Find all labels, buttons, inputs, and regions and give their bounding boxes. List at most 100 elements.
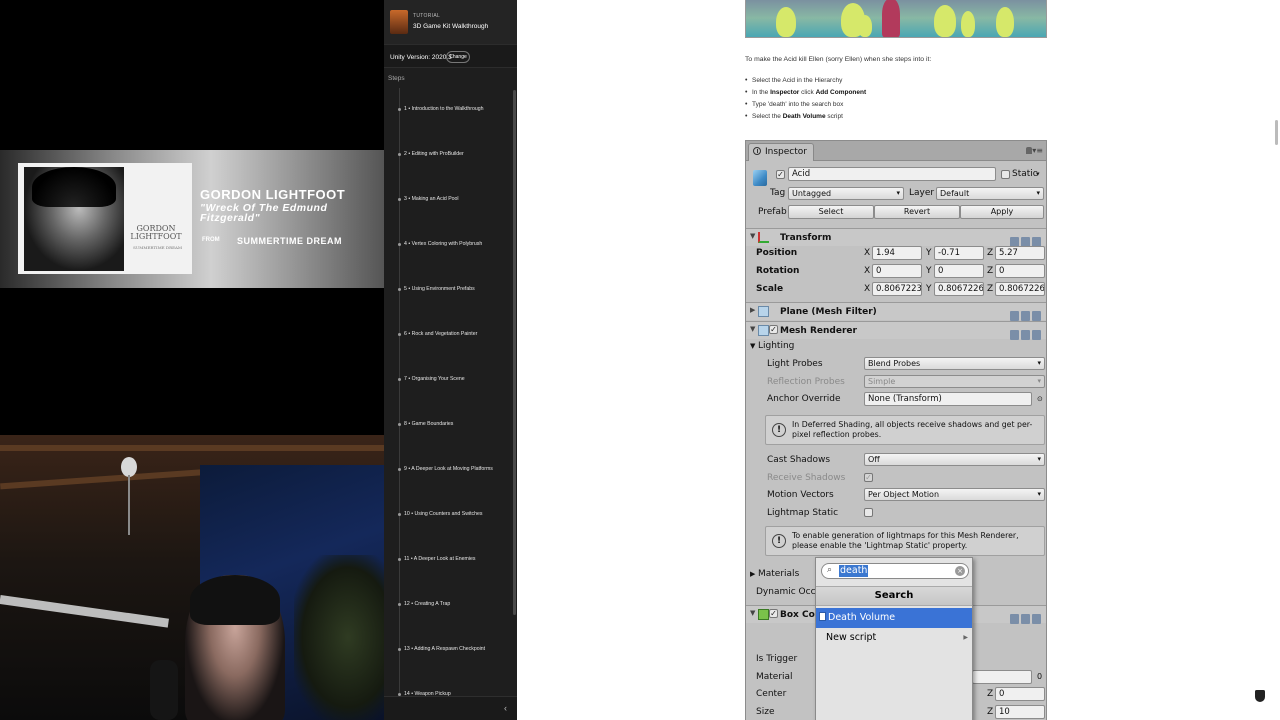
scale-z-field[interactable]: 0.8067226: [995, 282, 1045, 296]
step-label[interactable]: 10 • Using Counters and Switches: [404, 511, 483, 517]
static-checkbox[interactable]: [1001, 170, 1010, 179]
component-header-icons[interactable]: [1008, 232, 1042, 247]
motion-vectors-dropdown[interactable]: Per Object Motion: [864, 488, 1045, 501]
change-version-button[interactable]: Change: [446, 51, 470, 63]
axis-z-label[interactable]: Z: [987, 687, 993, 701]
component-header-icons[interactable]: [1008, 325, 1042, 340]
tag-dropdown[interactable]: Untagged: [788, 187, 904, 200]
fold-arrow-icon[interactable]: ▼: [750, 232, 755, 240]
steps-heading: Steps: [388, 75, 405, 82]
prefab-apply-button[interactable]: Apply: [960, 205, 1044, 219]
center-z-field[interactable]: 0: [995, 687, 1045, 701]
step-item[interactable]: 4 • Vertex Coloring with Polybrush: [384, 223, 517, 268]
step-label[interactable]: 12 • Creating A Trap: [404, 601, 450, 607]
sidebar-scrollbar[interactable]: [513, 90, 516, 615]
step-item[interactable]: 8 • Game Boundaries: [384, 403, 517, 448]
step-item[interactable]: 12 • Creating A Trap: [384, 583, 517, 628]
object-name-field[interactable]: Acid: [788, 167, 996, 181]
cast-shadows-dropdown[interactable]: Off: [864, 453, 1045, 466]
reflection-probes-dropdown[interactable]: Simple: [864, 375, 1045, 388]
step-item[interactable]: 2 • Editing with ProBuilder: [384, 133, 517, 178]
step-label[interactable]: 8 • Game Boundaries: [404, 421, 453, 427]
mesh-renderer-header[interactable]: ▼ Mesh Renderer: [746, 321, 1046, 340]
step-label[interactable]: 13 • Adding A Respawn Checkpoint: [404, 646, 485, 652]
axis-y-label[interactable]: Y: [926, 246, 932, 260]
fold-arrow-icon[interactable]: ▶: [750, 306, 755, 314]
box-collider-enabled-checkbox[interactable]: [769, 609, 778, 618]
step-label[interactable]: 4 • Vertex Coloring with Polybrush: [404, 241, 482, 247]
menu-icon[interactable]: ▾≡: [1032, 146, 1043, 155]
step-item[interactable]: 5 • Using Environment Prefabs: [384, 268, 517, 313]
step-label[interactable]: 3 • Making an Acid Pool: [404, 196, 459, 202]
component-search-input[interactable]: death: [839, 565, 869, 577]
axis-x-label[interactable]: X: [864, 246, 870, 260]
collapse-sidebar-icon[interactable]: ‹: [504, 703, 507, 713]
collider-material-field[interactable]: [972, 670, 1032, 684]
prefab-select-button[interactable]: Select: [788, 205, 874, 219]
mesh-filter-header[interactable]: ▶ Plane (Mesh Filter): [746, 302, 1046, 321]
mesh-renderer-enabled-checkbox[interactable]: [769, 325, 778, 334]
active-checkbox[interactable]: [776, 170, 785, 179]
scale-y-field[interactable]: 0.8067226: [934, 282, 984, 296]
step-item[interactable]: 10 • Using Counters and Switches: [384, 493, 517, 538]
step-item[interactable]: 11 • A Deeper Look at Enemies: [384, 538, 517, 583]
rotation-y-field[interactable]: 0: [934, 264, 984, 278]
axis-z-label[interactable]: Z: [987, 282, 993, 296]
material-picker-icon[interactable]: 0: [1037, 671, 1042, 683]
fold-arrow-icon[interactable]: ▼: [750, 325, 755, 333]
scale-x-field[interactable]: 0.8067223: [872, 282, 922, 296]
rotation-x-field[interactable]: 0: [872, 264, 922, 278]
axis-x-label[interactable]: X: [864, 264, 870, 278]
anchor-override-field[interactable]: None (Transform): [864, 392, 1032, 406]
materials-foldout[interactable]: Materials: [758, 568, 799, 580]
step-label[interactable]: 1 • Introduction to the Walkthrough: [404, 106, 483, 112]
step-item[interactable]: 9 • A Deeper Look at Moving Platforms: [384, 448, 517, 493]
step-label[interactable]: 7 • Organising Your Scene: [404, 376, 465, 382]
object-picker-icon[interactable]: ⊙: [1037, 393, 1043, 405]
component-header-icons[interactable]: [1008, 306, 1042, 321]
fold-arrow-icon[interactable]: ▼: [750, 609, 755, 617]
axis-z-label[interactable]: Z: [987, 264, 993, 278]
clear-search-icon[interactable]: ×: [955, 566, 965, 576]
step-label[interactable]: 9 • A Deeper Look at Moving Platforms: [404, 466, 493, 472]
position-y-field[interactable]: -0.71: [934, 246, 984, 260]
component-header-icons[interactable]: [1008, 609, 1042, 624]
shield-icon[interactable]: [1255, 690, 1265, 702]
step-item[interactable]: 13 • Adding A Respawn Checkpoint: [384, 628, 517, 673]
size-z-field[interactable]: 10: [995, 705, 1045, 719]
inspector-tab[interactable]: Inspector: [748, 143, 814, 161]
prefab-revert-button[interactable]: Revert: [874, 205, 960, 219]
axis-x-label[interactable]: X: [864, 282, 870, 296]
light-probes-dropdown[interactable]: Blend Probes: [864, 357, 1045, 370]
step-item[interactable]: 1 • Introduction to the Walkthrough: [384, 88, 517, 133]
lighting-foldout[interactable]: Lighting: [758, 340, 794, 352]
position-x-field[interactable]: 1.94: [872, 246, 922, 260]
receive-shadows-checkbox[interactable]: [864, 473, 873, 482]
axis-y-label[interactable]: Y: [926, 282, 932, 296]
tutorial-header[interactable]: TUTORIAL 3D Game Kit Walkthrough: [384, 0, 517, 44]
materials-foldout-arrow-icon[interactable]: ▶: [750, 568, 755, 580]
step-item[interactable]: 6 • Rock and Vegetation Painter: [384, 313, 517, 358]
lock-icon[interactable]: [1026, 147, 1032, 154]
lightmap-static-checkbox[interactable]: [864, 508, 873, 517]
rotation-z-field[interactable]: 0: [995, 264, 1045, 278]
static-label[interactable]: Static: [1012, 168, 1038, 180]
axis-y-label[interactable]: Y: [926, 264, 932, 278]
page-scrollbar[interactable]: [1275, 120, 1278, 145]
step-label[interactable]: 11 • A Deeper Look at Enemies: [404, 556, 476, 562]
lighting-foldout-arrow-icon[interactable]: ▼: [750, 340, 755, 352]
axis-z-label[interactable]: Z: [987, 705, 993, 719]
death-volume-option[interactable]: Death Volume: [816, 608, 972, 628]
static-dropdown-arrow-icon[interactable]: ▾: [1036, 168, 1040, 180]
step-item[interactable]: 3 • Making an Acid Pool: [384, 178, 517, 223]
transform-header[interactable]: ▼ Transform: [746, 228, 1046, 247]
component-search-box[interactable]: ⌕ death ×: [821, 563, 969, 579]
step-label[interactable]: 6 • Rock and Vegetation Painter: [404, 331, 477, 337]
layer-dropdown[interactable]: Default: [936, 187, 1044, 200]
position-z-field[interactable]: 5.27: [995, 246, 1045, 260]
axis-z-label[interactable]: Z: [987, 246, 993, 260]
new-script-option[interactable]: New script ▶: [816, 628, 972, 648]
step-item[interactable]: 7 • Organising Your Scene: [384, 358, 517, 403]
step-label[interactable]: 5 • Using Environment Prefabs: [404, 286, 475, 292]
step-label[interactable]: 2 • Editing with ProBuilder: [404, 151, 464, 157]
